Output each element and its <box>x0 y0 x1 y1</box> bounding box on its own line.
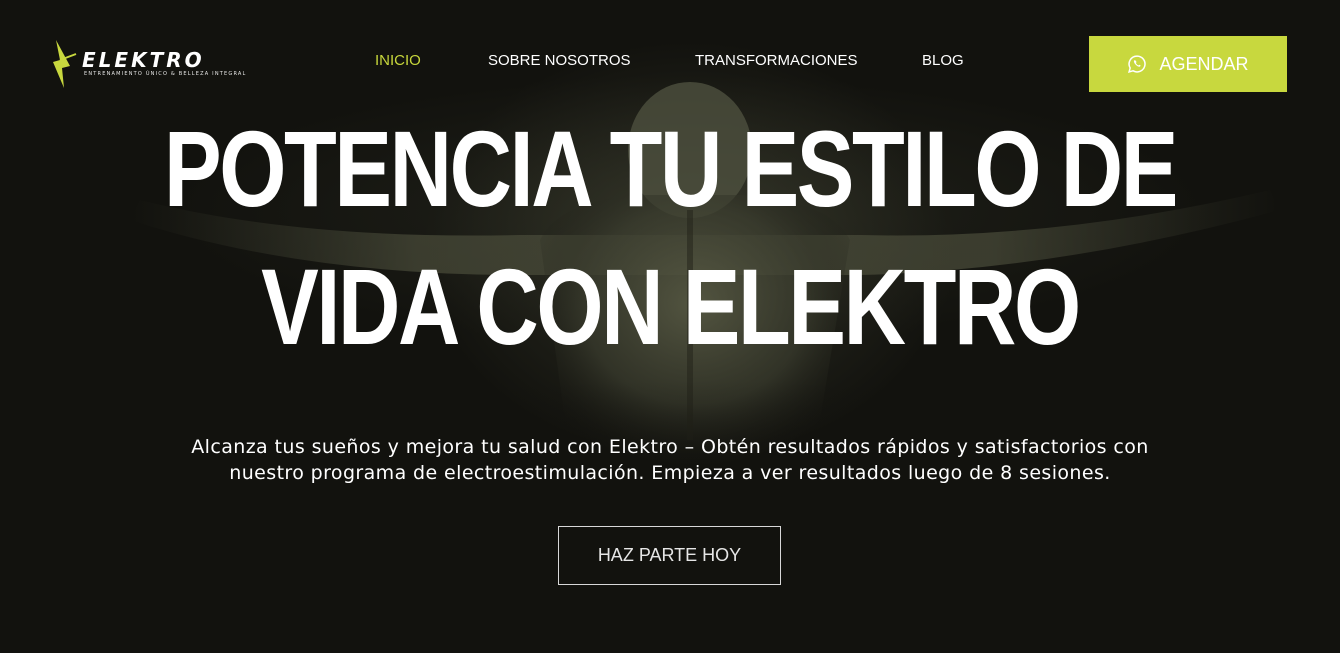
brand-wordmark: ELEKTRO <box>82 48 205 72</box>
agendar-button-label: AGENDAR <box>1159 53 1249 74</box>
nav-item-blog[interactable]: BLOG <box>922 52 964 69</box>
nav-item-sobre-nosotros[interactable]: SOBRE NOSOTROS <box>488 52 631 69</box>
hero-subtext-line1: Alcanza tus sueños y mejora tu salud con… <box>191 436 1149 458</box>
nav-item-transformaciones[interactable]: TRANSFORMACIONES <box>695 52 858 69</box>
lightning-bolt-icon <box>53 40 77 88</box>
whatsapp-icon <box>1128 55 1147 73</box>
hero-headline-line2: VIDA CON ELEKTRO <box>261 246 1081 367</box>
hero-subtext: Alcanza tus sueños y mejora tu salud con… <box>0 434 1340 486</box>
hero-section: ELEKTRO ENTRENAMIENTO ÚNICO & BELLEZA IN… <box>0 0 1340 653</box>
nav-item-inicio[interactable]: INICIO <box>375 52 421 69</box>
hero-headline-line1: POTENCIA TU ESTILO DE <box>163 108 1178 229</box>
brand-logo[interactable]: ELEKTRO ENTRENAMIENTO ÚNICO & BELLEZA IN… <box>50 38 265 90</box>
hero-subtext-line2: nuestro programa de electroestimulación.… <box>229 462 1111 484</box>
haz-parte-hoy-button[interactable]: HAZ PARTE HOY <box>558 526 781 585</box>
agendar-button[interactable]: AGENDAR <box>1089 36 1287 92</box>
hero-headline: POTENCIA TU ESTILO DE VIDA CON ELEKTRO <box>134 100 1206 376</box>
brand-tagline: ENTRENAMIENTO ÚNICO & BELLEZA INTEGRAL <box>84 71 247 77</box>
